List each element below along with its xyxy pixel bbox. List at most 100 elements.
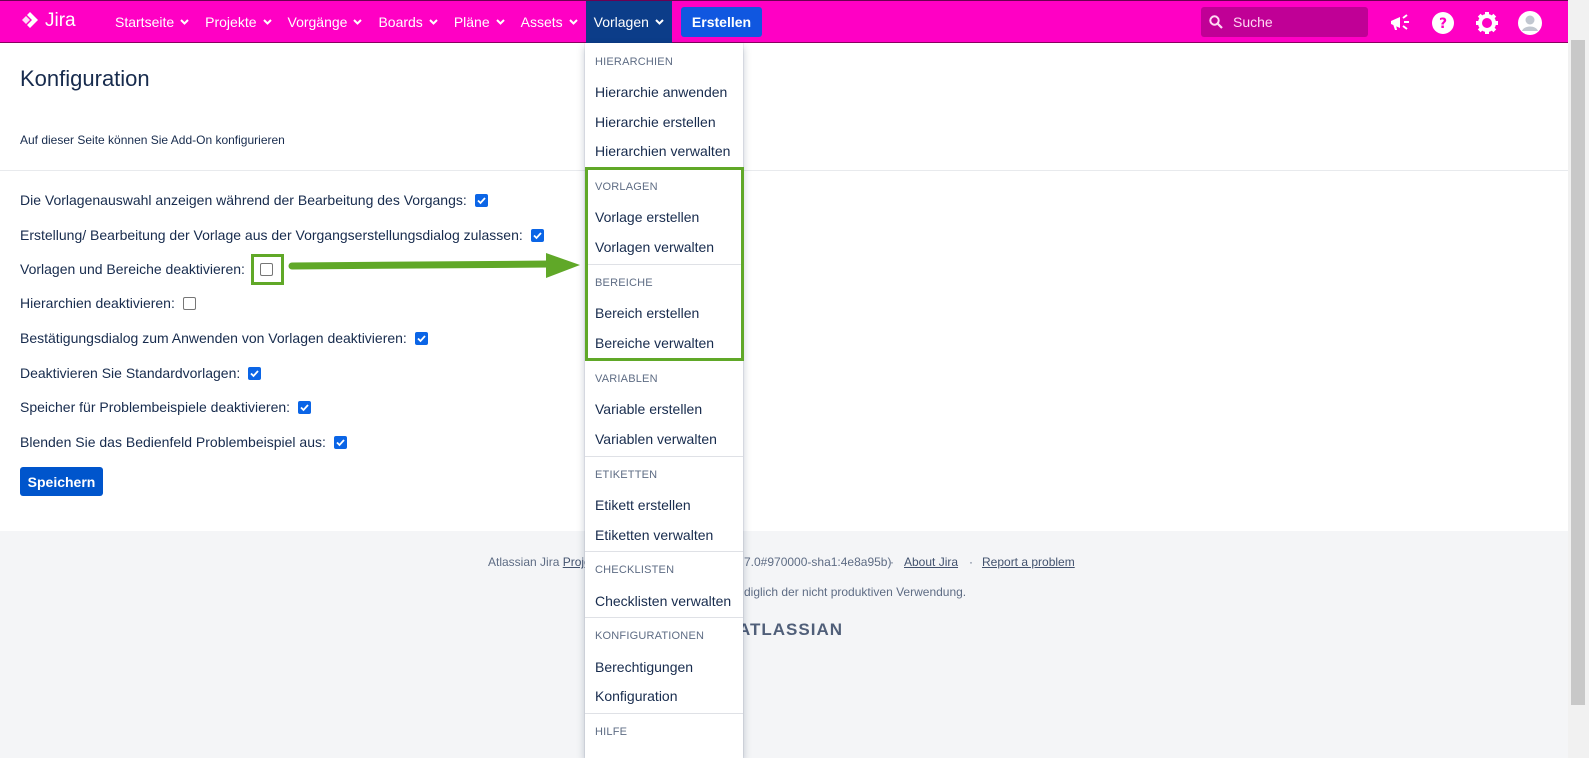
menu-item-variable-erstellen[interactable]: Variable erstellen bbox=[595, 401, 735, 417]
save-button[interactable]: Speichern bbox=[20, 467, 103, 496]
nav-vorgaenge[interactable]: Vorgänge bbox=[280, 1, 371, 43]
checkmark-icon bbox=[250, 369, 259, 377]
nav-boards-label: Boards bbox=[378, 14, 423, 30]
footer-separator: · bbox=[890, 555, 894, 569]
menu-item-vorlage-erstellen[interactable]: Vorlage erstellen bbox=[595, 209, 735, 225]
menu-section-header: VORLAGEN bbox=[595, 181, 658, 193]
jira-logo-icon bbox=[22, 12, 38, 28]
search-input[interactable] bbox=[1231, 13, 1365, 31]
footer-about-wrap: About Jira bbox=[904, 555, 958, 569]
option-row: Speicher für Problembeispiele deaktivier… bbox=[20, 397, 312, 417]
annotation-arrow-icon bbox=[288, 253, 580, 278]
checkmark-icon bbox=[533, 231, 542, 239]
menu-section-header: ETIKETTEN bbox=[595, 469, 658, 481]
jira-logo-text: Jira bbox=[45, 10, 76, 31]
option-label: Blenden Sie das Bedienfeld Problembeispi… bbox=[20, 434, 326, 450]
footer-version: Atlassian Jira Proje bbox=[488, 555, 591, 569]
search-icon bbox=[1209, 15, 1223, 29]
option-row: Blenden Sie das Bedienfeld Problembeispi… bbox=[20, 432, 347, 452]
option-checkbox[interactable] bbox=[182, 296, 196, 310]
user-avatar-icon[interactable] bbox=[1518, 11, 1542, 35]
option-row: Die Vorlagenauswahl anzeigen während der… bbox=[20, 190, 488, 210]
menu-separator bbox=[585, 168, 743, 169]
option-row: Vorlagen und Bereiche deaktivieren: bbox=[20, 259, 273, 279]
nav-projekte[interactable]: Projekte bbox=[197, 1, 279, 43]
menu-item-konfiguration[interactable]: Konfiguration bbox=[595, 688, 735, 704]
svg-text:?: ? bbox=[1439, 16, 1447, 32]
chevron-down-icon bbox=[262, 19, 272, 25]
option-label: Hierarchien deaktivieren: bbox=[20, 295, 175, 311]
nav-boards[interactable]: Boards bbox=[370, 1, 445, 43]
nav-startseite[interactable]: Startseite bbox=[107, 1, 197, 43]
help-icon[interactable]: ? bbox=[1431, 11, 1455, 35]
option-row: Bestätigungsdialog zum Anwenden von Vorl… bbox=[20, 328, 428, 348]
scrollbar-thumb[interactable] bbox=[1571, 40, 1585, 705]
about-jira-link[interactable]: About Jira bbox=[904, 555, 958, 569]
chevron-down-icon bbox=[180, 19, 189, 25]
option-label: Bestätigungsdialog zum Anwenden von Vorl… bbox=[20, 330, 407, 346]
menu-separator bbox=[585, 264, 743, 265]
chevron-down-icon bbox=[353, 19, 363, 25]
option-label: Vorlagen und Bereiche deaktivieren: bbox=[20, 261, 245, 277]
checkmark-icon bbox=[300, 403, 309, 411]
menu-separator bbox=[585, 551, 743, 552]
menu-item-etiketten-verwalten[interactable]: Etiketten verwalten bbox=[595, 527, 735, 543]
menu-item-hierarchie-erstellen[interactable]: Hierarchie erstellen bbox=[595, 114, 735, 130]
checkbox-highlight-box bbox=[251, 254, 284, 285]
chevron-down-icon bbox=[429, 19, 438, 25]
menu-item-hierarchie-anwenden[interactable]: Hierarchie anwenden bbox=[595, 84, 735, 100]
menu-item-etikett-erstellen[interactable]: Etikett erstellen bbox=[595, 497, 735, 513]
nav-plaene[interactable]: Pläne bbox=[446, 1, 513, 43]
option-label: Erstellung/ Bearbeitung der Vorlage aus … bbox=[20, 227, 523, 243]
menu-section-header: HILFE bbox=[595, 726, 628, 738]
option-label: Die Vorlagenauswahl anzeigen während der… bbox=[20, 192, 467, 208]
report-problem-link[interactable]: Report a problem bbox=[982, 555, 1075, 569]
option-checkbox[interactable] bbox=[474, 193, 488, 207]
option-checkbox[interactable] bbox=[530, 228, 544, 242]
footer-prefix: Atlassian Jira bbox=[488, 555, 560, 569]
notifications-megaphone-icon[interactable] bbox=[1388, 11, 1412, 35]
checkmark-icon bbox=[477, 196, 486, 204]
option-row: Deaktivieren Sie Standardvorlagen: bbox=[20, 363, 262, 383]
option-label: Deaktivieren Sie Standardvorlagen: bbox=[20, 365, 241, 381]
footer-version-tail: 7.0#970000-sha1:4e8a95b) bbox=[744, 555, 892, 569]
option-checkbox[interactable] bbox=[414, 331, 428, 345]
option-checkbox[interactable] bbox=[298, 400, 312, 414]
chevron-down-icon bbox=[655, 19, 664, 25]
menu-item-vorlagen-verwalten[interactable]: Vorlagen verwalten bbox=[595, 239, 735, 255]
option-row: Erstellung/ Bearbeitung der Vorlage aus … bbox=[20, 225, 544, 245]
menu-separator bbox=[585, 617, 743, 618]
nav-vorlagen[interactable]: Vorlagen bbox=[585, 1, 672, 43]
option-checkbox[interactable] bbox=[333, 435, 347, 449]
menu-section-header: HIERARCHIEN bbox=[595, 56, 673, 68]
menu-item-checklisten-verwalten[interactable]: Checklisten verwalten bbox=[595, 593, 735, 609]
footer-report-wrap: Report a problem bbox=[982, 555, 1075, 569]
menu-separator bbox=[585, 360, 743, 361]
chevron-down-icon bbox=[495, 19, 505, 25]
menu-item-berechtigungen[interactable]: Berechtigungen bbox=[595, 659, 735, 675]
nav-vorlagen-label: Vorlagen bbox=[593, 14, 649, 30]
top-navigation-bar: Jira Startseite Projekte Vorgänge Boards… bbox=[0, 0, 1568, 43]
menu-item-variablen-verwalten[interactable]: Variablen verwalten bbox=[595, 431, 735, 447]
option-checkbox[interactable] bbox=[248, 366, 262, 380]
menu-section-header: KONFIGURATIONEN bbox=[595, 630, 705, 642]
main-nav: Startseite Projekte Vorgänge Boards Plän… bbox=[107, 1, 763, 43]
nav-vorgaenge-label: Vorgänge bbox=[287, 14, 348, 30]
page-title: Konfiguration bbox=[20, 66, 150, 91]
nav-assets[interactable]: Assets bbox=[513, 1, 586, 43]
menu-section-header: VARIABLEN bbox=[595, 373, 658, 385]
create-button[interactable]: Erstellen bbox=[680, 7, 763, 37]
menu-section-header: BEREICHE bbox=[595, 277, 653, 289]
menu-section-header: CHECKLISTEN bbox=[595, 564, 675, 576]
search-box[interactable] bbox=[1201, 7, 1368, 37]
jira-logo[interactable]: Jira bbox=[20, 10, 76, 32]
page-description: Auf dieser Seite können Sie Add-On konfi… bbox=[20, 133, 285, 147]
option-label: Speicher für Problembeispiele deaktivier… bbox=[20, 399, 291, 415]
menu-separator bbox=[585, 713, 743, 714]
footer-separator: · bbox=[969, 555, 973, 569]
chevron-down-icon bbox=[568, 19, 578, 25]
settings-gear-icon[interactable] bbox=[1475, 11, 1499, 35]
menu-item-hierarchien-verwalten[interactable]: Hierarchien verwalten bbox=[595, 143, 735, 159]
menu-item-bereiche-verwalten[interactable]: Bereiche verwalten bbox=[595, 335, 735, 351]
menu-item-bereich-erstellen[interactable]: Bereich erstellen bbox=[595, 305, 735, 321]
